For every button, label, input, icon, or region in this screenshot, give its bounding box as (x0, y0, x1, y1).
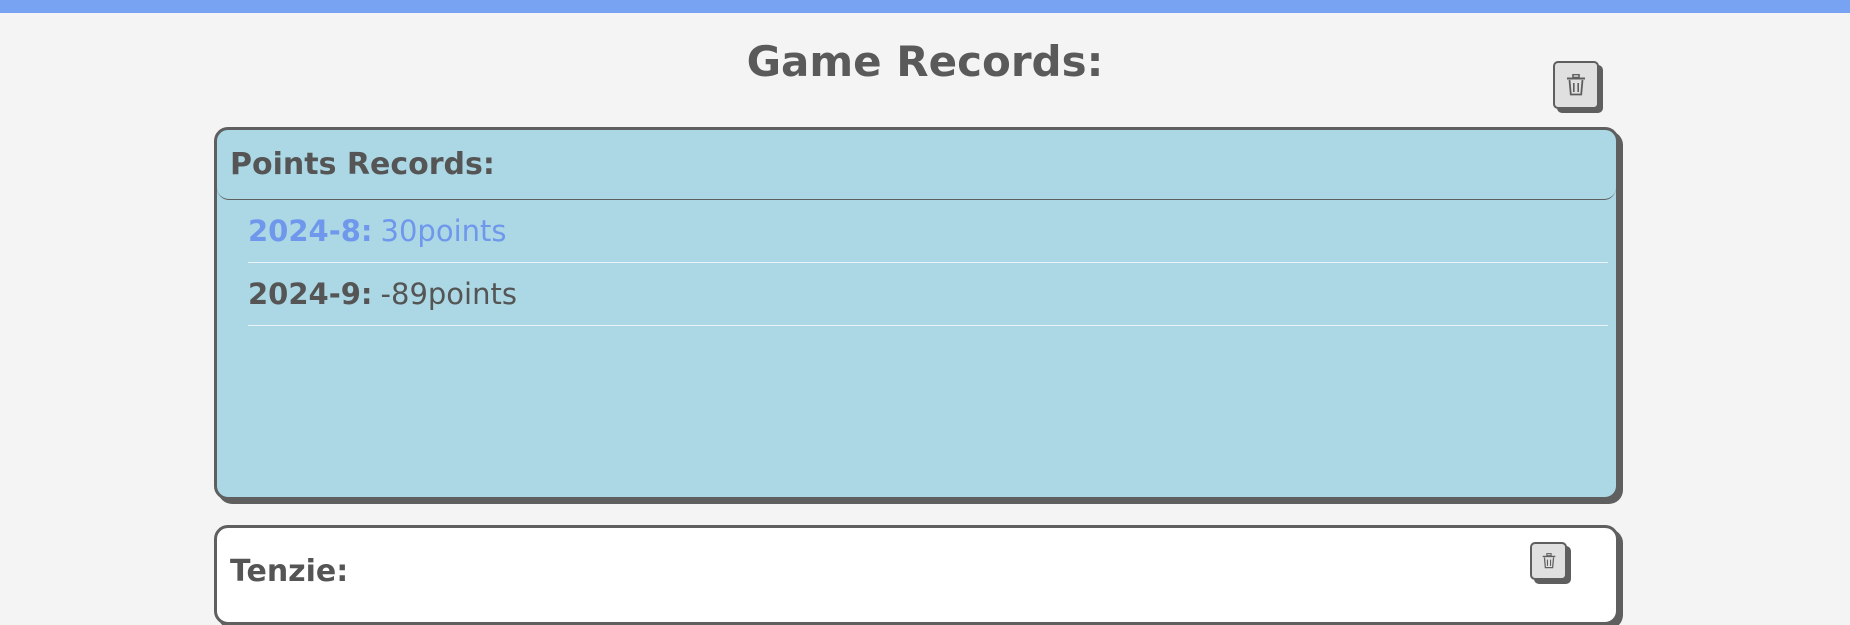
top-accent-bar (0, 0, 1850, 13)
trash-icon (1567, 74, 1585, 96)
record-date: 2024-8: (248, 214, 373, 248)
record-item[interactable]: 2024-8: 30points (248, 200, 1608, 263)
record-item[interactable]: 2024-9: -89points (248, 263, 1608, 326)
record-points: -89points (380, 277, 517, 311)
delete-all-records-button[interactable] (1553, 61, 1599, 109)
points-records-header: Points Records: (217, 130, 1616, 200)
trash-icon (1542, 553, 1555, 569)
tenzie-header: Tenzie: (230, 553, 349, 589)
points-records-panel: Points Records: 2024-8: 30points 2024-9:… (214, 127, 1619, 500)
record-date: 2024-9: (248, 277, 373, 311)
delete-tenzie-button[interactable] (1530, 542, 1567, 580)
tenzie-panel: Tenzie: (214, 525, 1619, 625)
points-records-list: 2024-8: 30points 2024-9: -89points (217, 200, 1616, 326)
record-points: 30points (380, 214, 507, 248)
